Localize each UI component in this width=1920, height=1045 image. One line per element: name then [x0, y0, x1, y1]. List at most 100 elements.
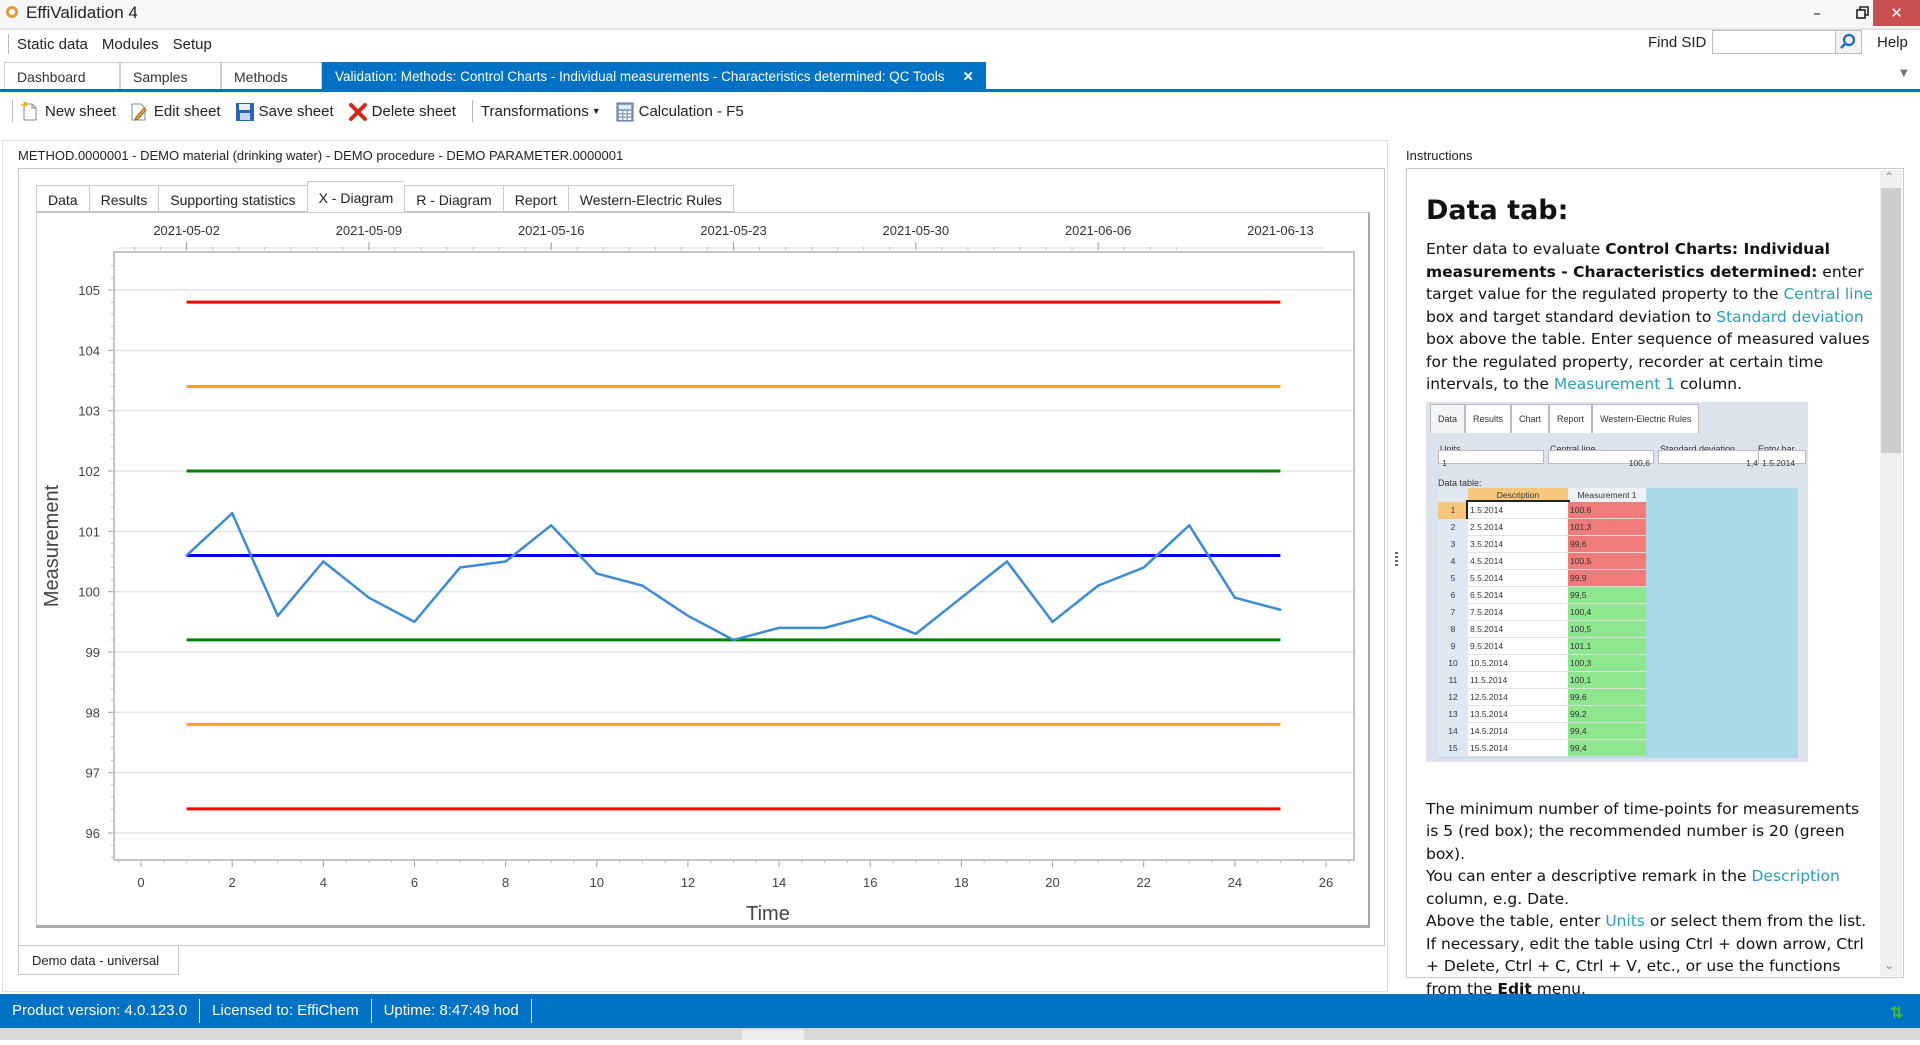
splitter-grip-icon[interactable] [1395, 552, 1398, 568]
help-menu[interactable]: Help [1877, 34, 1908, 51]
embedded-table-row: 6 6.5.2014 99,5 [1438, 586, 1646, 604]
data-point [823, 626, 826, 630]
embedded-description-cell: 5.5.2014 [1468, 569, 1568, 587]
embedded-table-row: 11 11.5.2014 100,1 [1438, 671, 1646, 689]
new-sheet-icon [21, 101, 39, 121]
top-date-axis: 2021-05-02 2021-05-09 2021-05-16 2021-05-23… [119, 223, 1324, 250]
y-tick-label: 104 [78, 343, 100, 358]
instructions-content: Data tab: Enter data to evaluate Control… [1426, 190, 1876, 1045]
instructions-paragraph: The minimum number of time-points for me… [1426, 799, 1860, 863]
embedded-description-cell: 9.5.2014 [1468, 637, 1568, 655]
doc-tab-validation[interactable]: Validation: Methods: Control Charts - In… [322, 62, 986, 89]
embedded-table-row: 4 4.5.2014 100,5 [1438, 552, 1646, 570]
bottom-strip-highlight [742, 1030, 804, 1040]
embedded-tab: Western-Electric Rules [1592, 403, 1700, 433]
menu-static-data[interactable]: Static data [17, 36, 88, 53]
calculation-button[interactable]: Calculation - F5 [615, 102, 744, 122]
scroll-down-icon[interactable]: ⌄ [1884, 958, 1894, 972]
embedded-table-row: 10 10.5.2014 100,3 [1438, 654, 1646, 672]
edit-sheet-button[interactable]: Edit sheet [130, 102, 221, 121]
tab-data[interactable]: Data [36, 185, 89, 212]
dropdown-arrow-icon: ▼ [591, 106, 601, 116]
data-point [1233, 596, 1237, 599]
find-sid-label: Find SID [1648, 34, 1707, 51]
doc-tab-label: Dashboard [17, 69, 86, 85]
x-tick-label: 10 [590, 875, 604, 890]
embedded-measurement-cell: 101,3 [1568, 518, 1646, 536]
tab-r-diagram[interactable]: R - Diagram [404, 185, 503, 212]
embedded-entry-bar-field: 1.5.2014 [1758, 449, 1806, 468]
embedded-central-line-field: 100,6 [1548, 449, 1654, 468]
embedded-measurement-cell: 99,2 [1568, 705, 1646, 723]
transformations-dropdown[interactable]: Transformations ▼ [481, 103, 601, 120]
y-tick-label: 99 [86, 645, 100, 660]
embedded-measurement-cell: 99,6 [1568, 688, 1646, 706]
menu-modules[interactable]: Modules [102, 36, 159, 53]
toolbar-grip [12, 100, 13, 122]
x-tick-label: 26 [1319, 875, 1333, 890]
find-sid-input[interactable] [1712, 30, 1836, 54]
tab-western-electric-rules[interactable]: Western-Electric Rules [567, 185, 734, 212]
transformations-label: Transformations [480, 102, 589, 120]
instructions-paragraph: Above the table, enter Units or select t… [1426, 910, 1876, 933]
scroll-up-icon[interactable]: ⌃ [1884, 170, 1894, 184]
top-axis-date-label: 2021-06-13 [1247, 223, 1314, 238]
embedded-table-row: 3 3.5.2014 99,6 [1438, 535, 1646, 553]
embedded-row-number: 11 [1438, 671, 1468, 689]
x-tick-label: 22 [1136, 875, 1150, 890]
close-tab-icon[interactable]: ✕ [963, 69, 974, 84]
embedded-measurement-cell: 99,4 [1568, 739, 1646, 757]
tab-results[interactable]: Results [88, 185, 159, 212]
y-tick-label: 100 [78, 585, 100, 600]
embedded-row-number: 6 [1438, 586, 1468, 604]
text: You can enter a descriptive remark in th… [1426, 867, 1752, 885]
doc-tab-samples[interactable]: Samples [120, 62, 221, 89]
instructions-heading: Data tab: [1426, 195, 1569, 226]
menu-setup[interactable]: Setup [173, 36, 212, 53]
text: column, e.g. Date. [1426, 889, 1570, 908]
data-point [367, 596, 371, 599]
embedded-row-number: 2 [1438, 518, 1468, 536]
top-axis-date-label: 2021-05-16 [518, 223, 585, 238]
tab-supporting-statistics[interactable]: Supporting statistics [158, 185, 307, 212]
embedded-tab: Data [1430, 403, 1466, 433]
text: box and target standard deviation to [1426, 307, 1717, 326]
doc-tab-methods[interactable]: Methods [221, 62, 322, 89]
data-point [641, 584, 644, 587]
embedded-row-number: 7 [1438, 603, 1468, 621]
close-window-button[interactable]: ✕ [1873, 0, 1920, 26]
standard-deviation-link[interactable]: Standard deviation [1716, 308, 1864, 326]
tab-overflow-dropdown-icon[interactable]: ▼ [1900, 68, 1908, 79]
x-tick-label: 24 [1228, 875, 1242, 890]
refresh-icon[interactable]: ⇅ [1890, 1003, 1903, 1022]
embedded-row-number: 13 [1438, 705, 1468, 723]
embedded-measurement-cell: 100,1 [1568, 671, 1646, 689]
y-axis-title: Measurement [41, 484, 63, 607]
delete-sheet-button[interactable]: Delete sheet [348, 102, 456, 121]
tab-x-diagram[interactable]: X - Diagram [306, 181, 405, 212]
panel-splitter[interactable] [1390, 168, 1402, 978]
licensed-to: Licensed to: EffiChem [200, 999, 372, 1023]
data-point [1096, 584, 1100, 587]
sheet-tabs: Data Results Supporting statistics X - D… [36, 181, 734, 213]
save-sheet-button[interactable]: Save sheet [235, 102, 334, 121]
new-sheet-button[interactable]: New sheet [21, 101, 116, 121]
tab-report[interactable]: Report [502, 185, 568, 212]
embedded-description-cell: 12.5.2014 [1468, 688, 1568, 706]
sheet-tab-demo-data[interactable]: Demo data - universal [18, 946, 179, 975]
units-link[interactable]: Units [1605, 912, 1645, 930]
embedded-table-row: 1 1.5.2014 100,6 [1438, 499, 1646, 521]
data-point [413, 620, 416, 624]
text: Above the table, enter [1426, 912, 1606, 930]
central-line-link[interactable]: Central line [1783, 285, 1872, 303]
embedded-description-cell: 4.5.2014 [1468, 552, 1568, 570]
status-bar: Product version: 4.0.123.0 Licensed to: … [0, 994, 1920, 1028]
toolbar-separator [471, 100, 473, 122]
measurement-1-link[interactable]: Measurement 1 [1554, 375, 1675, 393]
minimize-button[interactable]: – [1794, 0, 1840, 26]
doc-tab-dashboard[interactable]: Dashboard [4, 62, 120, 89]
instructions-scroll-thumb[interactable] [1881, 188, 1901, 453]
x-tick-label: 6 [411, 875, 418, 890]
find-sid-search-button[interactable] [1836, 30, 1862, 54]
description-link[interactable]: Description [1752, 867, 1840, 885]
